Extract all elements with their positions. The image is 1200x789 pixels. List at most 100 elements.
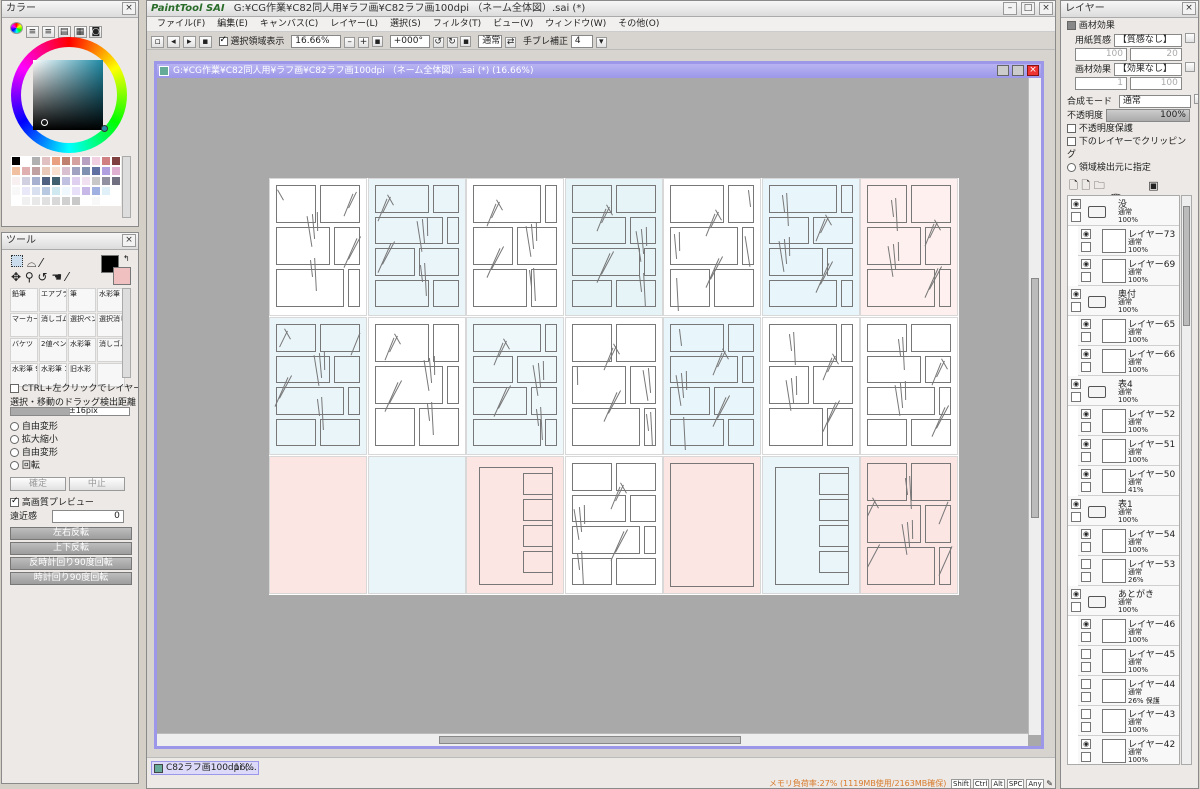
manga-page-thumbnail[interactable] (269, 317, 367, 455)
visibility-eye-icon[interactable]: ◉ (1081, 349, 1091, 359)
swatch[interactable] (31, 196, 41, 206)
layer-row[interactable]: ◉ レイヤー46 通常 100% (1078, 616, 1179, 646)
hsv-slider-icon[interactable]: ≡ (41, 26, 55, 38)
layer-row[interactable]: ◉ レイヤー73 通常 100% (1078, 226, 1179, 256)
stabilizer-dropdown-icon[interactable]: ▾ (595, 37, 607, 48)
manga-page-thumbnail[interactable] (761, 456, 860, 594)
menu-item[interactable]: 編集(E) (211, 17, 254, 31)
layer-select-checkbox[interactable] (1081, 332, 1091, 342)
layer-select-checkbox[interactable] (1071, 212, 1081, 222)
hand-icon[interactable]: ☚ (51, 270, 62, 284)
swatch[interactable] (51, 176, 61, 186)
layer-select-checkbox[interactable] (1081, 692, 1091, 702)
zoom-in-icon[interactable]: + (358, 37, 370, 48)
tool-button[interactable]: 消しゴム (39, 313, 67, 337)
layer-select-checkbox[interactable] (1081, 572, 1091, 582)
canvas-area[interactable] (157, 78, 1041, 735)
manga-page-thumbnail[interactable] (564, 178, 663, 316)
dropdown-icon[interactable] (1184, 62, 1195, 72)
layer-select-checkbox[interactable] (1071, 392, 1081, 402)
layer-select-checkbox[interactable] (1081, 272, 1091, 282)
visibility-eye-icon[interactable]: ◉ (1071, 379, 1081, 389)
swatch[interactable] (41, 186, 51, 196)
layer-folder[interactable]: ◉ 没通常 100% (1068, 196, 1179, 226)
cancel-button[interactable]: 中止 (68, 477, 125, 491)
hq-preview-checkbox[interactable] (10, 496, 19, 507)
manga-page-thumbnail[interactable] (761, 317, 860, 455)
swatch[interactable] (61, 186, 71, 196)
manga-page-thumbnail[interactable] (860, 178, 958, 316)
manga-page-thumbnail[interactable] (663, 456, 761, 594)
swatch[interactable] (91, 176, 101, 186)
tool-button[interactable]: 2値ペン (39, 338, 67, 362)
menu-item[interactable]: キャンバス(C) (254, 17, 324, 31)
lasso-icon[interactable]: ⌓ (27, 256, 37, 270)
horizontal-scroll-thumb[interactable] (439, 736, 741, 744)
brush-scale-field[interactable]: 1 (1075, 77, 1127, 90)
deselect-icon[interactable]: ▪ (198, 36, 212, 48)
zoom-out-icon[interactable]: – (344, 37, 356, 48)
mirror-icon[interactable]: ⇄ (505, 37, 517, 48)
manga-page-thumbnail[interactable] (269, 456, 367, 594)
manga-page-thumbnail[interactable] (663, 178, 761, 316)
tool-button[interactable]: 筆 (68, 288, 96, 312)
layer-select-checkbox[interactable] (1071, 602, 1081, 612)
maximize-icon[interactable]: □ (1021, 2, 1035, 15)
visibility-eye-icon[interactable] (1081, 559, 1091, 569)
swatch-scrollbar[interactable] (122, 156, 131, 218)
protect-opacity-option[interactable]: 不透明度保護 (1067, 123, 1192, 136)
layer-folder[interactable]: ◉ あとがき 通常 100% (1068, 586, 1179, 616)
swatch[interactable] (21, 186, 31, 196)
layer-folder[interactable]: ◉ 表4 通常 100% (1068, 376, 1179, 406)
layer-select-checkbox[interactable] (1081, 752, 1091, 762)
swatch[interactable] (91, 196, 101, 206)
swatch[interactable] (71, 156, 81, 166)
swatch[interactable] (51, 196, 61, 206)
rotate-cw-button[interactable]: 時計回り90度回転 (10, 572, 132, 585)
visibility-eye-icon[interactable]: ◉ (1081, 319, 1091, 329)
zoom-reset-icon[interactable]: ▪ (371, 36, 383, 47)
rotate-reset-icon[interactable]: ▪ (460, 36, 472, 47)
swatch[interactable] (111, 156, 121, 166)
visibility-eye-icon[interactable]: ◉ (1081, 409, 1091, 419)
eyedropper-icon[interactable]: ⁄ (66, 270, 68, 284)
swatch[interactable] (21, 166, 31, 176)
fit-icon[interactable]: ▫ (151, 36, 164, 48)
tool-button[interactable]: 水彩筆 (97, 288, 125, 312)
layer-row[interactable]: ◉ レイヤー66 通常 100% (1078, 346, 1179, 376)
layer-row[interactable]: レイヤー53 通常 26% (1078, 556, 1179, 586)
visibility-eye-icon[interactable]: ◉ (1081, 469, 1091, 479)
layer-select-checkbox[interactable] (1081, 542, 1091, 552)
manga-page-thumbnail[interactable] (761, 178, 860, 316)
hue-cursor[interactable] (101, 125, 108, 132)
swatch[interactable] (71, 176, 81, 186)
swatch[interactable] (91, 166, 101, 176)
swatch[interactable] (51, 186, 61, 196)
menu-item[interactable]: ファイル(F) (151, 17, 211, 31)
show-selection-checkbox[interactable] (218, 35, 228, 46)
minimize-icon[interactable]: – (1003, 2, 1017, 15)
rgb-slider-icon[interactable]: ≡ (25, 26, 39, 38)
swatch[interactable] (101, 196, 111, 206)
swatch[interactable] (31, 186, 41, 196)
scratchpad-icon[interactable]: ◙ (89, 26, 103, 38)
swatch[interactable] (111, 186, 121, 196)
swatch[interactable] (81, 176, 91, 186)
tool-button[interactable]: 鉛筆 (10, 288, 38, 312)
swatch[interactable] (101, 166, 111, 176)
horizontal-scrollbar[interactable] (157, 733, 1028, 746)
visibility-eye-icon[interactable] (1081, 709, 1091, 719)
layer-select-checkbox[interactable] (1081, 242, 1091, 252)
opacity-slider[interactable]: 100% (1105, 109, 1190, 122)
brush-strength-field[interactable]: 100 (1129, 77, 1182, 90)
swatch[interactable] (11, 166, 21, 176)
swatch[interactable] (101, 186, 111, 196)
layer-folder[interactable]: ◉ 奥付 通常 100% (1068, 286, 1179, 316)
manga-page-thumbnail[interactable] (564, 317, 663, 455)
layer-select-checkbox[interactable] (1081, 632, 1091, 642)
layer-scrollbar[interactable] (1181, 195, 1192, 765)
layer-select-checkbox[interactable] (1071, 302, 1081, 312)
swatch[interactable] (21, 156, 31, 166)
layer-row[interactable]: レイヤー44 通常 26% 保護 (1078, 676, 1179, 706)
layer-row[interactable]: レイヤー45 通常 100% (1078, 646, 1179, 676)
